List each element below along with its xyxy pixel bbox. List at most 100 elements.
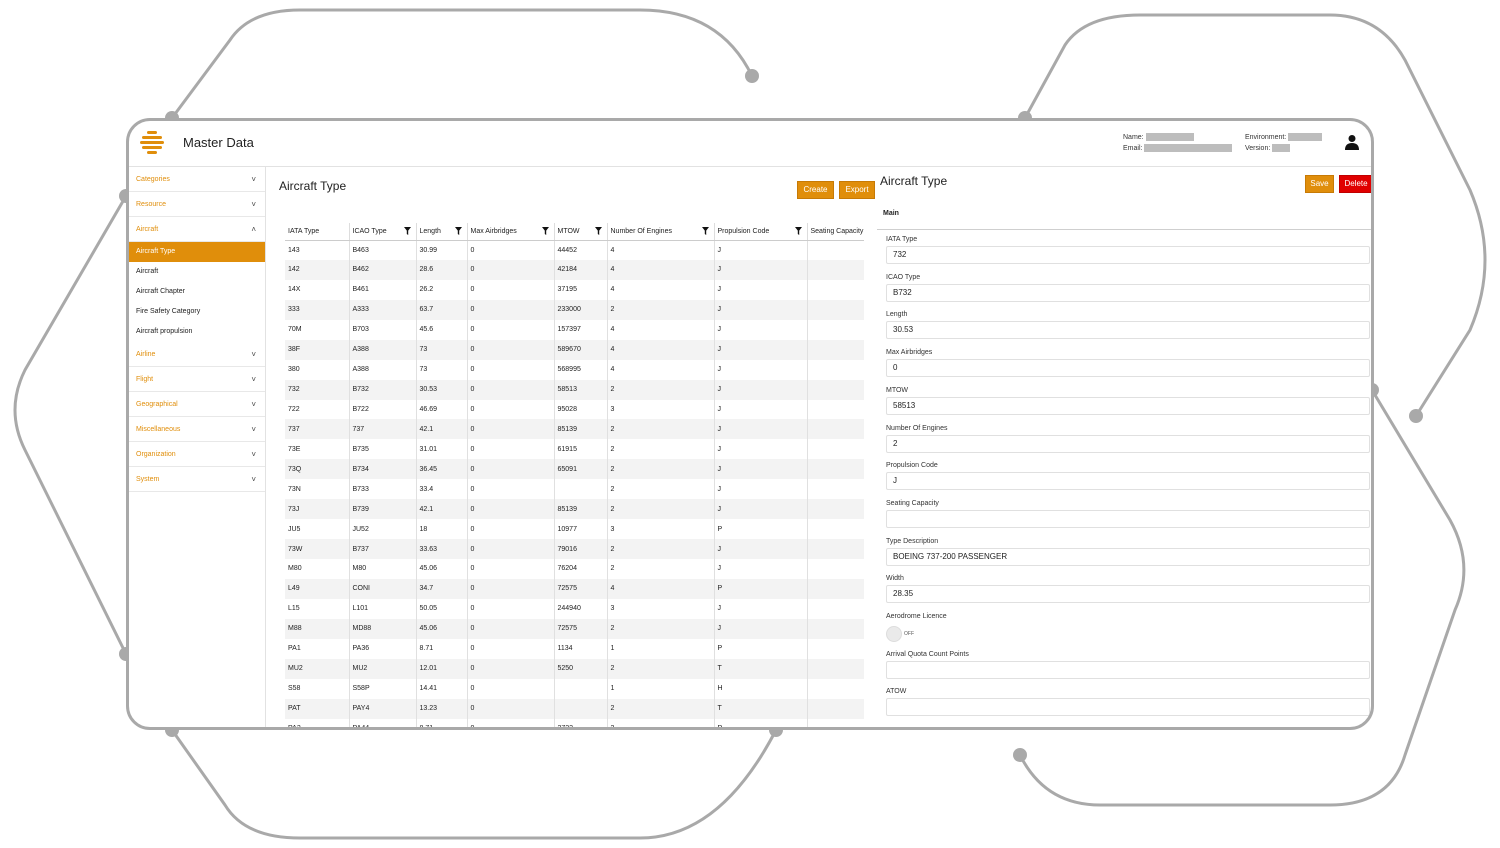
table-cell-mtow: 42184 — [553, 259, 607, 280]
sidebar-item-aircraft-chapter[interactable]: Aircraft Chapter — [129, 282, 265, 302]
sidebar-category-categories[interactable]: Categories ˅ — [129, 167, 265, 192]
detail-title: Aircraft Type — [880, 174, 948, 188]
table-row[interactable]: 142 B462 28.6 0 42184 4 J — [285, 259, 864, 280]
table-cell-number-of-engines: 2 — [606, 539, 714, 559]
table-row[interactable]: 737 737 42.1 0 85139 2 J — [285, 419, 864, 440]
table-cell-mtow: 1134 — [553, 638, 607, 659]
sidebar-category-system[interactable]: System ˅ — [129, 467, 265, 492]
filter-icon[interactable] — [794, 227, 802, 235]
column-header-length[interactable]: Length — [415, 223, 467, 241]
table-row[interactable]: 38F A388 73 0 589670 4 J — [285, 339, 864, 360]
sidebar-item-fire-safety-category[interactable]: Fire Safety Category — [129, 302, 265, 322]
table-cell-length: 18 — [415, 519, 467, 540]
table-cell-number-of-engines: 2 — [606, 718, 714, 727]
table-cell-number-of-engines: 4 — [606, 259, 714, 280]
create-button[interactable]: Create — [797, 181, 834, 199]
filter-icon[interactable] — [541, 227, 549, 235]
column-header-icao-type[interactable]: ICAO Type — [348, 223, 416, 241]
column-header-max-airbridges[interactable]: Max Airbridges — [466, 223, 554, 241]
table-cell-max-airbridges: 0 — [466, 519, 554, 540]
table-row[interactable]: M80 M80 45.06 0 76204 2 J — [285, 559, 864, 579]
table-row[interactable]: 73J B739 42.1 0 85139 2 J — [285, 499, 864, 520]
chevron-down-icon[interactable]: ˅ — [251, 192, 256, 217]
table-row[interactable]: 70M B703 45.6 0 157397 4 J — [285, 319, 864, 340]
sidebar-category-flight[interactable]: Flight ˅ — [129, 367, 265, 392]
table-row[interactable]: 722 B722 46.69 0 95028 3 J — [285, 399, 864, 420]
table-row[interactable]: 73E B735 31.01 0 61915 2 J — [285, 439, 864, 460]
sidebar-category-aircraft[interactable]: Aircraft ˄ — [129, 217, 265, 242]
table-row[interactable]: 73N B733 33.4 0 2 J — [285, 479, 864, 500]
filter-icon[interactable] — [454, 227, 462, 235]
toggle-knob[interactable] — [886, 625, 902, 642]
table-cell-number-of-engines: 2 — [606, 459, 714, 480]
table-cell-seating-capacity — [806, 519, 864, 540]
max-airbridges-input[interactable]: 0 — [886, 359, 1370, 378]
table-row[interactable]: MU2 MU2 12.01 0 5250 2 T — [285, 658, 864, 679]
filter-icon[interactable] — [701, 227, 709, 235]
table-row[interactable]: L15 L101 50.05 0 244940 3 J — [285, 598, 864, 619]
table-cell-propulsion-code: J — [713, 419, 807, 440]
field-label: Max Airbridges — [886, 349, 933, 357]
chevron-down-icon[interactable]: ˅ — [251, 367, 256, 392]
table-row[interactable]: S58 S58P 14.41 0 1 H — [285, 678, 864, 699]
sidebar-item-aircraft-type[interactable]: Aircraft Type — [129, 242, 265, 262]
column-header-number-of-engines[interactable]: Number Of Engines — [606, 223, 714, 241]
save-button[interactable]: Save — [1305, 175, 1334, 193]
icao-type-input[interactable]: B732 — [886, 283, 1370, 302]
seating-capacity-input[interactable] — [886, 509, 1370, 528]
sidebar-item-aircraft[interactable]: Aircraft — [129, 262, 265, 282]
sidebar-category-miscellaneous[interactable]: Miscellaneous ˅ — [129, 417, 265, 442]
table-row[interactable]: PA1 PA36 8.71 0 1134 1 P — [285, 638, 864, 659]
number-of-engines-input[interactable]: 2 — [886, 434, 1370, 453]
table-row[interactable]: L49 CONI 34.7 0 72575 4 P — [285, 578, 864, 599]
sidebar-category-airline[interactable]: Airline ˅ — [129, 342, 265, 367]
table-row[interactable]: 73W B737 33.63 0 79016 2 J — [285, 539, 864, 559]
propulsion-code-input[interactable]: J — [886, 472, 1370, 491]
table-row[interactable]: PAT PAY4 13.23 0 2 T — [285, 698, 864, 719]
user-account-icon[interactable] — [1345, 134, 1359, 150]
table-row[interactable]: 333 A333 63.7 0 233000 2 J — [285, 299, 864, 320]
table-cell-max-airbridges: 0 — [466, 379, 554, 400]
filter-icon[interactable] — [403, 227, 411, 235]
mtow-input[interactable]: 58513 — [886, 396, 1370, 415]
column-header-seating-capacity[interactable]: Seating Capacity — [806, 223, 864, 241]
chevron-down-icon[interactable]: ˅ — [251, 342, 256, 367]
table-row[interactable]: PA2 PA44 8.71 0 2722 2 P — [285, 718, 864, 727]
table-cell-propulsion-code: J — [713, 539, 807, 559]
table-row[interactable]: JU5 JU52 18 0 10977 3 P — [285, 519, 864, 540]
table-cell-propulsion-code: J — [713, 359, 807, 380]
table-row[interactable]: 143 B463 30.99 0 44452 4 J — [285, 240, 864, 260]
aerodrome-licence-toggle[interactable]: OFF — [886, 625, 1370, 643]
table-row[interactable]: 14X B461 26.2 0 37195 4 J — [285, 279, 864, 300]
table-row[interactable]: 732 B732 30.53 0 58513 2 J — [285, 379, 864, 400]
chevron-down-icon[interactable]: ˅ — [251, 467, 256, 492]
table-row[interactable]: M88 MD88 45.06 0 72575 2 J — [285, 618, 864, 639]
length-input[interactable]: 30.53 — [886, 321, 1370, 340]
width-input[interactable]: 28.35 — [886, 585, 1370, 604]
sidebar-category-geographical[interactable]: Geographical ˅ — [129, 392, 265, 417]
table-cell-number-of-engines: 2 — [606, 479, 714, 500]
column-header-propulsion-code[interactable]: Propulsion Code — [713, 223, 807, 241]
sidebar-category-organization[interactable]: Organization ˅ — [129, 442, 265, 467]
sidebar-item-aircraft-propulsion[interactable]: Aircraft propulsion — [129, 322, 265, 342]
environment-label: Environment: — [1245, 134, 1287, 141]
chevron-down-icon[interactable]: ˅ — [251, 167, 256, 192]
chevron-down-icon[interactable]: ˅ — [251, 392, 256, 417]
export-button[interactable]: Export — [839, 181, 875, 199]
iata-type-input[interactable]: 732 — [886, 246, 1370, 264]
table-row[interactable]: 73Q B734 36.45 0 65091 2 J — [285, 459, 864, 480]
type-description-input[interactable]: BOEING 737-200 PASSENGER — [886, 547, 1370, 566]
chevron-up-icon[interactable]: ˄ — [251, 217, 256, 242]
column-header-mtow[interactable]: MTOW — [553, 223, 607, 241]
atow-input[interactable] — [886, 698, 1370, 717]
filter-icon[interactable] — [594, 227, 602, 235]
chevron-down-icon[interactable]: ˅ — [251, 417, 256, 442]
delete-button[interactable]: Delete — [1339, 175, 1371, 193]
sidebar-category-resource[interactable]: Resource ˅ — [129, 192, 265, 217]
table-cell-max-airbridges: 0 — [466, 279, 554, 300]
table-row[interactable]: 380 A388 73 0 568995 4 J — [285, 359, 864, 380]
column-header-iata-type[interactable]: IATA Type — [285, 223, 349, 241]
chevron-down-icon[interactable]: ˅ — [251, 442, 256, 467]
field-icao-type: ICAO Type B732 — [886, 274, 1370, 302]
arrival-quota-count-points-input[interactable] — [886, 660, 1370, 679]
